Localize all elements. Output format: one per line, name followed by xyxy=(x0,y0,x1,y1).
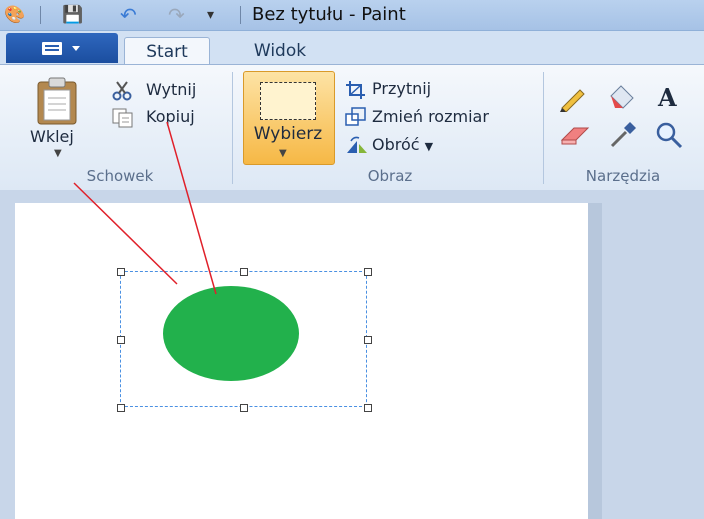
annotation-overlay xyxy=(73,121,217,295)
annotation-line-paste xyxy=(73,182,178,285)
annotation-line-copy xyxy=(166,121,217,295)
